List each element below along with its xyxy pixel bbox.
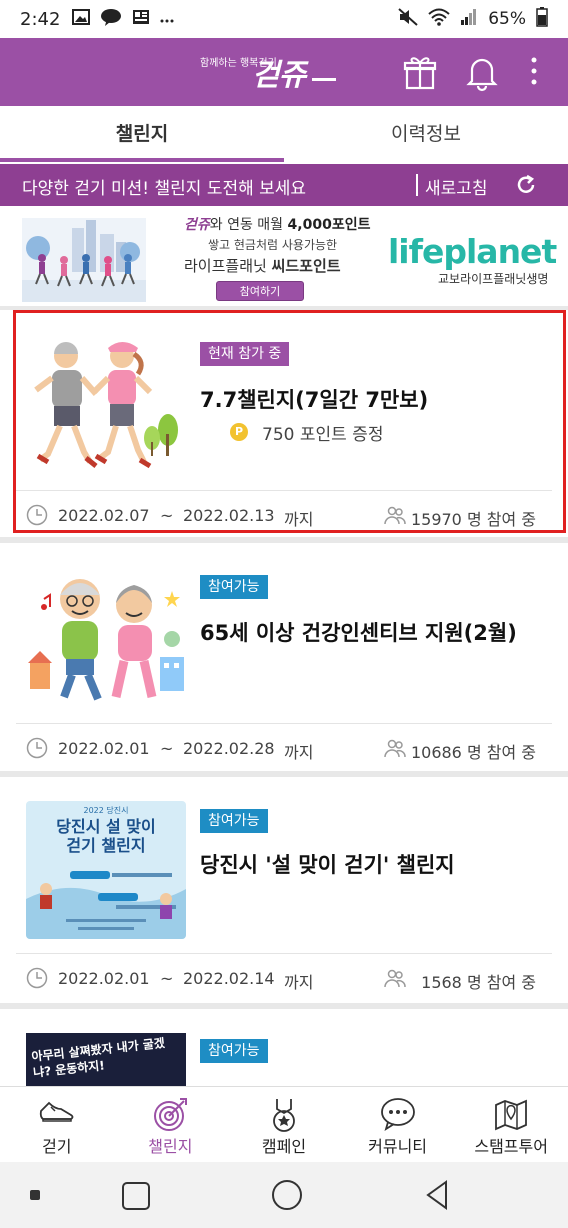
tab-active-indicator: [0, 158, 284, 162]
poster-title: 당진시 설 맞이 걷기 챌린지: [56, 817, 156, 855]
chat-icon: [380, 1098, 415, 1131]
nav-stamp-tour[interactable]: 스탬프투어: [454, 1087, 568, 1162]
banner-join-button[interactable]: 참여하기: [216, 281, 304, 301]
exercise-poster: 아무리 살쪄봤자 내가 굴겠냐? 운동하지!: [26, 1033, 186, 1086]
more-icon: [160, 10, 174, 28]
challenge-title: 65세 이상 건강인센티브 지원(2월): [200, 621, 517, 645]
battery-icon: [536, 6, 548, 32]
date-separator: ~: [160, 739, 174, 758]
nav-label: 스탬프투어: [474, 1137, 548, 1156]
dangjin-poster: 2022 당진시 당진시 설 맞이 걷기 챌린지: [26, 801, 186, 939]
tab-history[interactable]: 이력정보: [284, 106, 568, 164]
status-badge: 참여가능: [200, 1039, 268, 1063]
start-date: 2022.02.01: [58, 739, 150, 758]
challenge-card[interactable]: 참여가능 65세 이상 건강인센티브 지원(2월) 2022.02.01 ~ 2…: [0, 543, 568, 773]
mission-bar: 다양한 걷기 미션! 챌린지 도전해 보세요 새로고침: [0, 164, 568, 206]
map-icon: [495, 1099, 528, 1131]
app-header: 함께하는 행복걷기 걷쥬: [0, 38, 568, 106]
participant-count: 1568 명 참여 중: [421, 973, 536, 992]
nav-campaign[interactable]: 캠페인: [227, 1087, 341, 1162]
card-divider: [16, 723, 552, 724]
tab-challenge[interactable]: 챌린지: [0, 106, 284, 164]
nav-label: 캠페인: [261, 1137, 307, 1156]
end-date: 2022.02.28: [183, 739, 275, 758]
battery-percent: 65%: [488, 9, 526, 29]
logo-underline: [312, 78, 336, 81]
refresh-button[interactable]: 새로고침: [425, 174, 488, 199]
banner-runners-illustration: [22, 218, 146, 302]
challenge-card[interactable]: 2022 당진시 당진시 설 맞이 걷기 챌린지 참여가능 당진시 '설 맞이 …: [0, 777, 568, 1003]
challenge-card[interactable]: 아무리 살쪄봤자 내가 굴겠냐? 운동하지! 참여가능: [0, 1009, 568, 1086]
status-badge: 참여가능: [200, 575, 268, 599]
back-button-icon[interactable]: [424, 1180, 450, 1214]
mute-icon: [398, 7, 418, 31]
until-label: 까지: [284, 973, 314, 992]
bell-icon[interactable]: [462, 52, 502, 92]
nav-label: 걷기: [42, 1137, 72, 1156]
selection-highlight: [13, 310, 566, 533]
refresh-icon[interactable]: [515, 174, 537, 196]
wifi-icon: [428, 8, 450, 31]
challenge-title: 당진시 '설 맞이 걷기' 챌린지: [200, 853, 455, 877]
news-icon: [132, 9, 150, 29]
logo-text: 걷쥬: [252, 58, 306, 93]
card-divider: [16, 953, 552, 954]
participant-count: 10686 명 참여 중: [410, 743, 536, 762]
ad-banner[interactable]: 걷쥬와 연동 매월 4,000포인트 쌓고 현금처럼 사용가능한 라이프플래닛 …: [0, 206, 568, 306]
nav-label: 커뮤니티: [368, 1137, 428, 1156]
system-nav-bar: [0, 1162, 568, 1228]
nav-community[interactable]: 커뮤니티: [341, 1087, 455, 1162]
banner-line3: 라이프플래닛 씨드포인트: [184, 257, 341, 275]
image-icon: [72, 9, 91, 29]
date-separator: ~: [160, 969, 174, 988]
banner-line1: 걷쥬와 연동 매월 4,000포인트: [184, 217, 371, 233]
clock-icon: [26, 737, 48, 759]
until-label: 까지: [284, 743, 314, 762]
mission-text: 다양한 걷기 미션! 챌린지 도전해 보세요: [22, 179, 307, 199]
banner-brand: 걷쥬: [184, 217, 210, 233]
poster-text: 아무리 살쪄봤자 내가 굴겠냐? 운동하지!: [30, 1035, 166, 1080]
status-time: 2:42: [20, 8, 61, 30]
status-badge: 참여가능: [200, 809, 268, 833]
clock-icon: [26, 967, 48, 989]
lifeplanet-logo: lifeplanet: [388, 232, 557, 271]
people-icon: [384, 967, 406, 989]
elderly-couple-illustration: [26, 567, 186, 709]
talk-icon: [100, 8, 122, 30]
gift-icon[interactable]: [400, 52, 440, 92]
nav-label: 챌린지: [148, 1137, 193, 1156]
medal-icon: [273, 1099, 295, 1132]
card-footer: 2022.02.01 ~ 2022.02.28 까지 10686 명 참여 중: [0, 725, 568, 773]
overview-button-icon[interactable]: [122, 1182, 150, 1210]
status-bar: 2:42 65%: [0, 0, 568, 38]
nav-walk[interactable]: 걷기: [0, 1087, 114, 1162]
tab-bar: 챌린지 이력정보: [0, 106, 568, 164]
card-footer: 2022.02.01 ~ 2022.02.14 까지 1568 명 참여 중: [0, 955, 568, 1003]
partner-name: 교보라이프플래닛생명: [438, 272, 549, 286]
banner-line2: 쌓고 현금처럼 사용가능한: [208, 238, 338, 252]
end-date: 2022.02.14: [183, 969, 275, 988]
start-date: 2022.02.01: [58, 969, 150, 988]
home-button-icon[interactable]: [272, 1180, 302, 1210]
shoe-icon: [39, 1101, 74, 1122]
signal-icon: [460, 8, 478, 31]
recent-apps-dot-icon[interactable]: [30, 1190, 40, 1200]
more-vert-icon[interactable]: [522, 52, 546, 92]
target-icon: [154, 1098, 188, 1131]
mission-divider: [416, 174, 418, 196]
nav-challenge[interactable]: 챌린지: [114, 1087, 228, 1162]
bottom-nav: 걷기 챌린지 캠페인 커뮤니티 스탬프투어: [0, 1086, 568, 1162]
people-icon: [384, 737, 406, 759]
